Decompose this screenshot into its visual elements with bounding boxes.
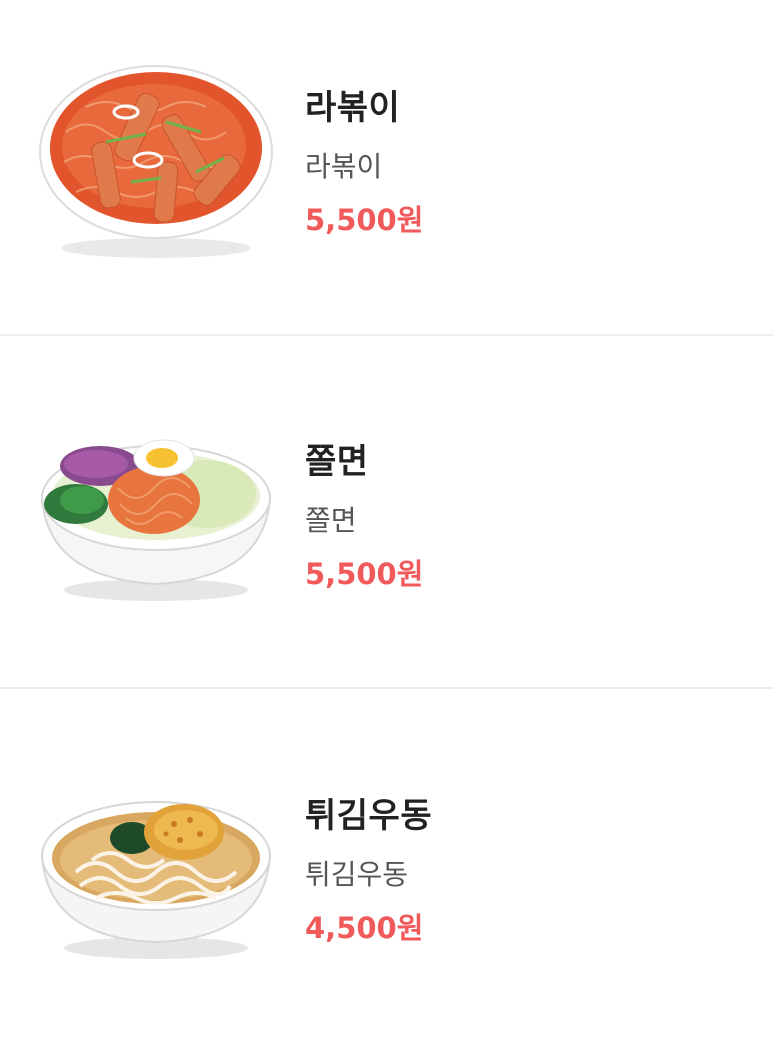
divider [0,334,773,336]
menu-item-rabokki[interactable]: 라볶이 라볶이 5,500원 [0,0,773,335]
menu-item-description: 튀김우동 [305,858,409,891]
menu-item-description: 라볶이 [305,150,383,183]
menu-item-name: 쫄면 [305,442,369,482]
menu-item-jjolmyeon[interactable]: 쫄면 쫄면 5,500원 [0,354,773,689]
divider [0,687,773,689]
menu-item-price: 5,500원 [305,557,424,591]
rabokki-image[interactable] [36,52,276,272]
tempura-udon-bowl-illustration [40,801,272,959]
jjolmyeon-image[interactable] [36,408,276,628]
rabokki-bowl-illustration [39,65,273,258]
menu-item-price: 5,500원 [305,203,424,237]
menu-item-description: 쫄면 [305,504,357,537]
jjolmyeon-bowl-illustration [40,439,272,601]
menu-item-name: 튀김우동 [305,796,433,836]
menu-item-tempura-udon[interactable]: 튀김우동 튀김우동 4,500원 [0,708,773,1043]
menu-list: 라볶이 라볶이 5,500원 쫄면 쫄면 5,500원 튀김우동 튀김우동 4,… [0,0,773,1039]
tempura-udon-image[interactable] [36,762,276,982]
menu-item-price: 4,500원 [305,911,424,945]
menu-item-name: 라볶이 [305,88,401,128]
